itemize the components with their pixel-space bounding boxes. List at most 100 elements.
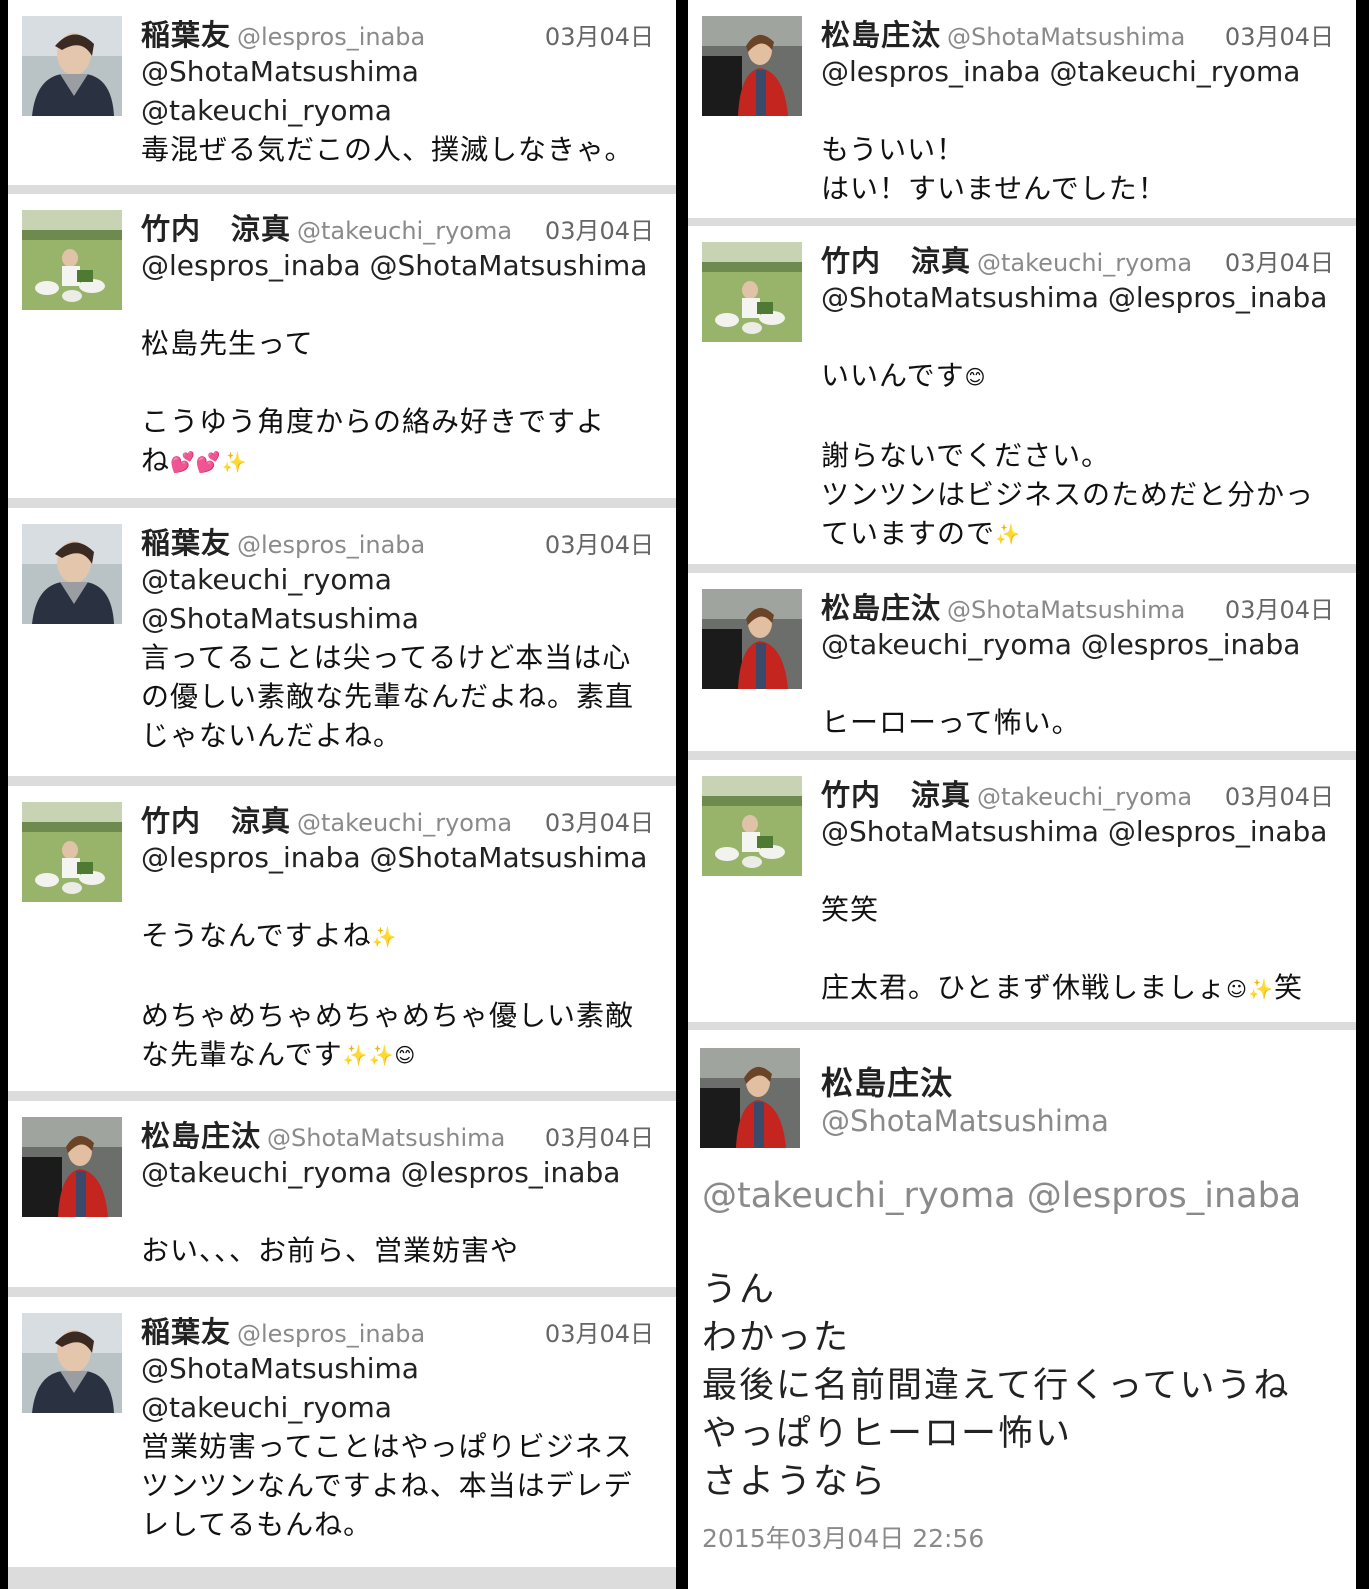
mention-link[interactable]: @takeuchi_ryoma @lespros_inaba <box>141 1153 660 1192</box>
author-name[interactable]: 松島庄汰 <box>821 1058 953 1104</box>
mention-link[interactable]: @lespros_inaba @ShotaMatsushima <box>141 838 660 877</box>
avatar-takeuchi[interactable] <box>702 776 802 876</box>
avatar-takeuchi[interactable] <box>22 802 122 902</box>
avatar-inaba[interactable] <box>22 16 122 116</box>
text-line: はい！すいませんでした！ <box>821 172 1167 205</box>
author-handle[interactable]: @ShotaMatsushima <box>947 23 1185 51</box>
text-line <box>821 397 1340 436</box>
tweet-card[interactable]: 稲葉友 @lespros_inaba 03月04日 @takeuchi_ryoma… <box>8 508 676 776</box>
avatar-matsushima[interactable] <box>702 16 802 116</box>
mention-link[interactable]: @ShotaMatsushima @lespros_inaba <box>821 812 1340 851</box>
author-name[interactable]: 稲葉友 <box>141 526 231 560</box>
profile-photo-hooded-man-icon <box>22 1313 122 1413</box>
tweet-date: 03月04日 <box>1224 596 1334 624</box>
author-handle[interactable]: @lespros_inaba <box>237 23 425 51</box>
mention-link[interactable]: @ShotaMatsushima <box>141 1349 660 1388</box>
text-line <box>821 317 1340 356</box>
mention-list: @ShotaMatsushima @lespros_inaba <box>821 278 1340 317</box>
text-line: じゃないんだよね。 <box>141 719 403 752</box>
tweet-card[interactable]: 松島庄汰 @ShotaMatsushima 03月04日 @lespros_ina… <box>688 0 1356 218</box>
text-line: うん <box>702 1270 777 1310</box>
tweet-timestamp: 2015年03月04日 22:56 <box>702 1524 985 1553</box>
tweet-text: ヒーローって怖い。 <box>821 664 1340 742</box>
tweet-text: 笑笑 庄太君。ひとまず休戦しましょ☺✨笑 <box>821 851 1340 1009</box>
author-name[interactable]: 竹内 涼真 <box>821 244 971 278</box>
text-line: の優しい素敵な先輩なんだよね。素直 <box>141 680 635 713</box>
author-handle[interactable]: @lespros_inaba <box>237 1320 425 1348</box>
mention-link[interactable]: @takeuchi_ryoma <box>141 91 660 130</box>
tweet-text: 営業妨害ってことはやっぱりビジネス ツンツンなんですよね、本当はデレデ レしてる… <box>141 1427 660 1544</box>
avatar-matsushima[interactable] <box>22 1117 122 1217</box>
hearts-sparkle-emoji-icon: 💕💕✨ <box>170 449 248 474</box>
avatar-inaba[interactable] <box>22 524 122 624</box>
smile-emoji-icon: 😊 <box>964 364 987 389</box>
author-handle[interactable]: @ShotaMatsushima <box>947 596 1185 624</box>
tweet-text: 松島先生って こうゆう角度からの絡み好きですよ ね💕💕✨ <box>141 285 660 482</box>
author-name[interactable]: 松島庄汰 <box>821 591 941 625</box>
text-line <box>141 957 660 996</box>
text-line <box>141 877 660 916</box>
mention-link[interactable]: @lespros_inaba @takeuchi_ryoma <box>821 52 1340 91</box>
avatar-takeuchi[interactable] <box>702 242 802 342</box>
avatar-matsushima[interactable] <box>700 1048 800 1148</box>
avatar-takeuchi[interactable] <box>22 210 122 310</box>
text-line: ね💕💕✨ <box>141 441 660 482</box>
text-line: こうゆう角度からの絡み好きですよ <box>141 405 606 438</box>
profile-photo-hooded-man-icon <box>22 16 122 116</box>
mention-link[interactable]: @lespros_inaba @ShotaMatsushima <box>141 246 660 285</box>
tweet-date: 03月04日 <box>544 1320 654 1348</box>
mention-link[interactable]: @ShotaMatsushima <box>141 599 660 638</box>
author-handle[interactable]: @takeuchi_ryoma <box>977 783 1192 811</box>
avatar-matsushima[interactable] <box>702 589 802 689</box>
tweet-card[interactable]: 松島庄汰 @ShotaMatsushima 03月04日 @takeuchi_ry… <box>688 573 1356 751</box>
mention-link[interactable]: @takeuchi_ryoma <box>141 560 660 599</box>
tweet-card[interactable]: 竹内 涼真 @takeuchi_ryoma 03月04日 @ShotaMatsus… <box>688 226 1356 564</box>
author-name[interactable]: 竹内 涼真 <box>821 778 971 812</box>
text-line: レしてるもんね。 <box>141 1508 373 1541</box>
tweet-text: いいんです😊 謝らないでください。 ツンツンはビジネスのためだと分かっ ています… <box>821 317 1340 554</box>
tweet-card[interactable]: 竹内 涼真 @takeuchi_ryoma 03月04日 @lespros_ina… <box>8 194 676 498</box>
tweet-text: うん わかった 最後に名前間違えて行くっていうね やっぱりヒーロー怖い さような… <box>702 1266 1346 1506</box>
author-handle[interactable]: @ShotaMatsushima <box>267 1124 505 1152</box>
author-handle[interactable]: @takeuchi_ryoma <box>297 809 512 837</box>
mention-link[interactable]: @takeuchi_ryoma @lespros_inaba <box>702 1176 1301 1216</box>
text-line <box>821 851 1340 890</box>
profile-photo-goats-field-icon <box>702 242 802 342</box>
tweet-card[interactable]: 稲葉友 @lespros_inaba 03月04日 @ShotaMatsushim… <box>8 0 676 185</box>
tweet-card[interactable]: 竹内 涼真 @takeuchi_ryoma 03月04日 @lespros_ina… <box>8 786 676 1091</box>
mention-link[interactable]: @ShotaMatsushima <box>141 52 660 91</box>
profile-photo-red-jacket-icon <box>700 1048 800 1148</box>
avatar-inaba[interactable] <box>22 1313 122 1413</box>
text-line <box>141 363 660 402</box>
text-line: な先輩なんです✨✨😊 <box>141 1035 660 1076</box>
author-handle[interactable]: @takeuchi_ryoma <box>297 217 512 245</box>
author-name[interactable]: 竹内 涼真 <box>141 212 291 246</box>
mention-link[interactable]: @ShotaMatsushima @lespros_inaba <box>821 278 1340 317</box>
author-name[interactable]: 稲葉友 <box>141 1315 231 1349</box>
text-line: ていますので✨ <box>821 514 1340 555</box>
tweet-card[interactable]: 稲葉友 @lespros_inaba 03月04日 @ShotaMatsushim… <box>8 1297 676 1567</box>
tweet-card[interactable]: 松島庄汰 @ShotaMatsushima 03月04日 @takeuchi_ry… <box>8 1101 676 1287</box>
sparkles-emoji-icon: ✨ <box>371 924 398 949</box>
author-handle[interactable]: @ShotaMatsushima <box>821 1104 1109 1138</box>
text-line: 最後に名前間違えて行くっていうね <box>702 1366 1291 1406</box>
tweet-date: 03月04日 <box>544 1124 654 1152</box>
author-handle[interactable]: @takeuchi_ryoma <box>977 249 1192 277</box>
author-name[interactable]: 松島庄汰 <box>821 18 941 52</box>
text-line: 庄太君。ひとまず休戦しましょ☺✨笑 <box>821 968 1340 1009</box>
author-name[interactable]: 松島庄汰 <box>141 1119 261 1153</box>
tweet-detail-card[interactable]: 松島庄汰 @ShotaMatsushima @takeuchi_ryoma @l… <box>688 1030 1356 1589</box>
profile-photo-goats-field-icon <box>22 210 122 310</box>
mention-list: @lespros_inaba @ShotaMatsushima <box>141 838 660 877</box>
mention-link[interactable]: @takeuchi_ryoma <box>141 1388 660 1427</box>
author-handle[interactable]: @lespros_inaba <box>237 531 425 559</box>
mention-link[interactable]: @takeuchi_ryoma @lespros_inaba <box>821 625 1340 664</box>
mention-list: @ShotaMatsushima @takeuchi_ryoma <box>141 1349 660 1427</box>
profile-photo-hooded-man-icon <box>22 524 122 624</box>
author-name[interactable]: 竹内 涼真 <box>141 804 291 838</box>
author-name[interactable]: 稲葉友 <box>141 18 231 52</box>
tweet-card[interactable]: 竹内 涼真 @takeuchi_ryoma 03月04日 @ShotaMatsus… <box>688 760 1356 1022</box>
text-line: いいんです😊 <box>821 356 1340 397</box>
text-line: ツンツンなんですよね、本当はデレデ <box>141 1469 633 1502</box>
profile-photo-goats-field-icon <box>22 802 122 902</box>
